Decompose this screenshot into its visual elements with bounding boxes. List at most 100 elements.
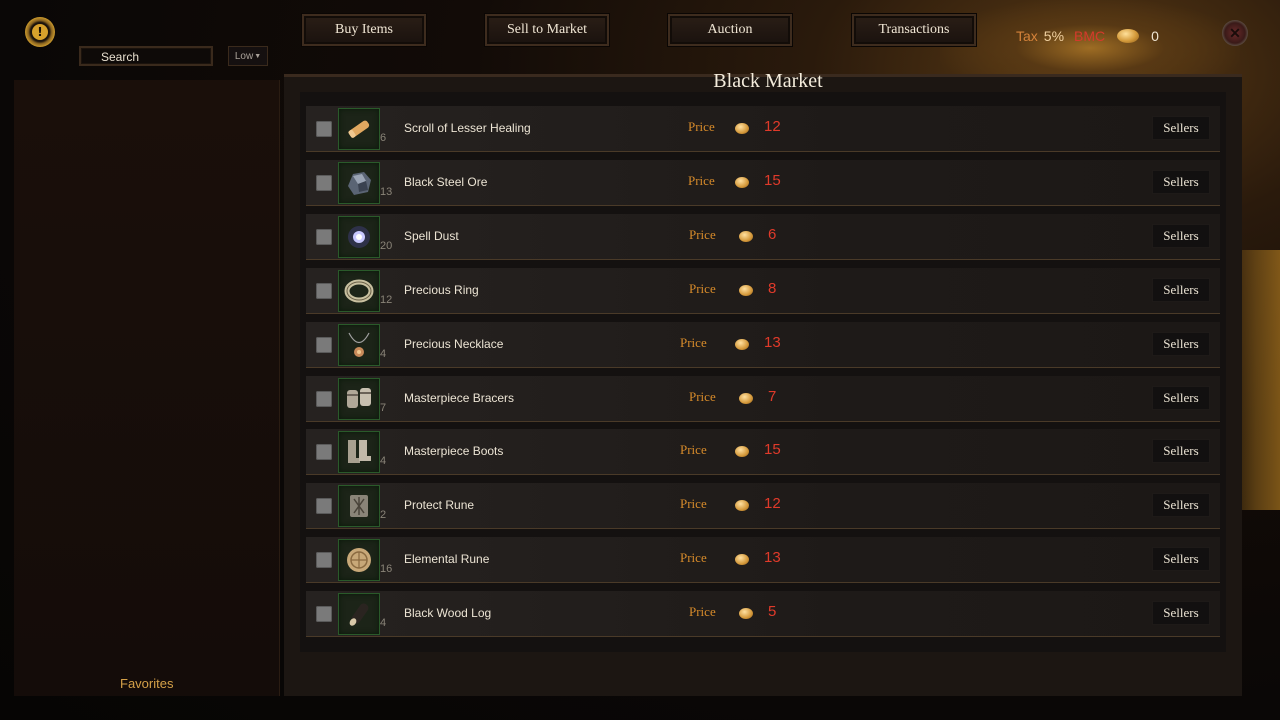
price-label: Price [680, 496, 707, 512]
item-checkbox[interactable] [316, 336, 332, 353]
item-name: Masterpiece Bracers [404, 390, 515, 405]
item-row[interactable]: 4 Precious Necklace Price 13 Sellers [306, 321, 1220, 368]
item-slot[interactable] [338, 431, 380, 474]
item-quantity: 4 [380, 347, 387, 360]
coin-icon [735, 338, 749, 350]
item-row[interactable]: 20 Spell Dust Price 6 Sellers [306, 213, 1220, 260]
dust-icon [344, 222, 374, 252]
item-row[interactable]: 2 Protect Rune Price 12 Sellers [306, 483, 1220, 530]
item-slot[interactable] [338, 485, 380, 528]
price-label: Price [680, 442, 707, 458]
item-slot[interactable] [338, 323, 380, 366]
sellers-label: Sellers [1163, 497, 1199, 513]
price-label: Price [688, 172, 715, 188]
price-label: Price [680, 334, 707, 350]
tab-label: Buy Items [335, 22, 393, 37]
sellers-button[interactable]: Sellers [1152, 331, 1210, 356]
item-name: Black Steel Ore [404, 174, 488, 189]
coin-icon [739, 392, 753, 404]
item-row[interactable]: 4 Black Wood Log Price 5 Sellers [306, 591, 1220, 638]
tab-buy-items[interactable]: Buy Items [302, 14, 426, 46]
search-field[interactable] [79, 46, 213, 66]
tab-sell-to-market[interactable]: Sell to Market [485, 14, 609, 46]
tax-label: Tax [1016, 28, 1038, 44]
item-checkbox[interactable] [316, 606, 332, 623]
item-name: Protect Rune [404, 498, 475, 513]
coin-icon [735, 446, 749, 458]
search-input[interactable] [81, 49, 211, 65]
sellers-button[interactable]: Sellers [1152, 493, 1210, 518]
page-title: Black Market [713, 70, 823, 92]
sellers-label: Sellers [1163, 551, 1199, 567]
item-slot[interactable] [338, 215, 380, 258]
item-checkbox[interactable] [316, 552, 332, 569]
price-value: 12 [764, 118, 781, 135]
item-name: Black Wood Log [404, 606, 492, 621]
sellers-label: Sellers [1163, 389, 1199, 405]
item-quantity: 13 [380, 185, 393, 198]
item-slot[interactable] [338, 593, 380, 636]
item-row[interactable]: 16 Elemental Rune Price 13 Sellers [306, 537, 1220, 584]
item-checkbox[interactable] [316, 390, 332, 407]
tab-label: Auction [707, 22, 753, 37]
price-label: Price [689, 280, 716, 296]
sellers-button[interactable]: Sellers [1152, 439, 1210, 464]
rune-icon [344, 491, 374, 521]
sellers-button[interactable]: Sellers [1152, 385, 1210, 410]
item-checkbox[interactable] [316, 121, 332, 137]
price-value: 7 [768, 387, 777, 405]
item-slot[interactable] [338, 377, 380, 420]
price-label: Price [689, 388, 716, 404]
price-value: 13 [764, 333, 781, 351]
bracers-icon [344, 384, 374, 414]
item-slot[interactable] [338, 539, 380, 582]
sellers-button[interactable]: Sellers [1152, 116, 1210, 140]
bmc-label: BMC [1074, 28, 1106, 44]
item-row[interactable]: 7 Masterpiece Bracers Price 7 Sellers [306, 375, 1220, 422]
sellers-button[interactable]: Sellers [1152, 547, 1210, 572]
necklace-icon [344, 330, 374, 360]
item-slot[interactable] [338, 108, 380, 150]
item-quantity: 4 [380, 455, 387, 468]
coin-icon [739, 284, 753, 296]
price-value: 13 [764, 549, 781, 567]
log-icon [344, 599, 374, 629]
sellers-label: Sellers [1163, 173, 1199, 189]
coin-icon [735, 500, 749, 512]
item-slot[interactable] [338, 161, 380, 204]
alert-icon[interactable]: ! [25, 17, 55, 47]
item-checkbox[interactable] [316, 498, 332, 515]
item-checkbox[interactable] [316, 282, 332, 299]
item-row[interactable]: 13 Black Steel Ore Price 15 Sellers [306, 159, 1220, 206]
sellers-button[interactable]: Sellers [1152, 223, 1210, 248]
item-checkbox[interactable] [316, 174, 332, 191]
tab-auction[interactable]: Auction [668, 14, 792, 46]
sellers-button[interactable]: Sellers [1152, 169, 1210, 194]
favorites-tab[interactable]: Favorites [120, 676, 173, 691]
sellers-button[interactable]: Sellers [1152, 277, 1210, 302]
close-button[interactable]: ✕ [1222, 20, 1248, 46]
coin-icon [739, 230, 753, 242]
coin-icon [1117, 29, 1140, 43]
item-name: Precious Necklace [404, 336, 504, 351]
sellers-button[interactable]: Sellers [1152, 601, 1210, 626]
item-quantity: 12 [380, 293, 393, 306]
tax-value: 5% [1043, 28, 1065, 44]
price-label: Price [688, 119, 715, 134]
sort-value: Low [234, 50, 254, 62]
tab-transactions[interactable]: Transactions [852, 14, 976, 46]
item-quantity: 16 [380, 563, 393, 576]
item-checkbox[interactable] [316, 228, 332, 245]
item-checkbox[interactable] [316, 444, 332, 461]
item-name: Masterpiece Boots [404, 444, 504, 459]
item-quantity: 2 [380, 509, 387, 522]
item-row[interactable]: 6 Scroll of Lesser Healing Price 12 Sell… [306, 106, 1220, 152]
sellers-label: Sellers [1163, 605, 1199, 621]
boots-icon [344, 437, 374, 467]
scroll-icon [344, 114, 374, 144]
item-row[interactable]: 12 Precious Ring Price 8 Sellers [306, 267, 1220, 314]
item-slot[interactable] [338, 269, 380, 312]
elemental-rune-icon [344, 545, 374, 575]
item-row[interactable]: 4 Masterpiece Boots Price 15 Sellers [306, 429, 1220, 476]
sort-dropdown[interactable]: Low ▼ [228, 46, 268, 66]
